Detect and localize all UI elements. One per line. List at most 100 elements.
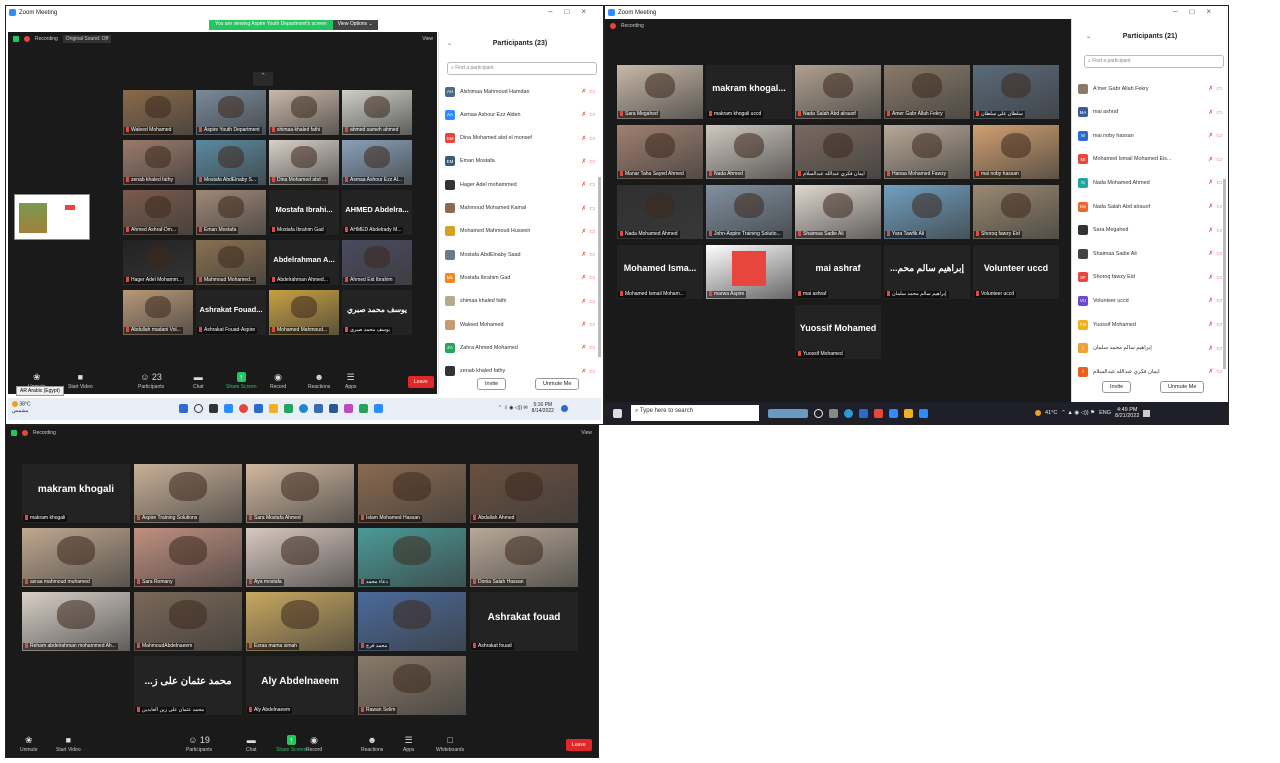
start-icon[interactable] — [179, 404, 188, 413]
video-off-icon[interactable]: ▭ — [589, 321, 595, 328]
video-tile[interactable]: Abdullah madani Vol... — [123, 290, 193, 335]
muted-mic-icon[interactable]: ✗ — [581, 228, 586, 235]
toolbar-start-video-button[interactable]: ■ Start Video — [68, 372, 93, 390]
participant-row[interactable]: YM Yuossif Mohamed ✗ ▭ — [1072, 313, 1228, 336]
video-tile[interactable]: Sara Mostafa Ahmed — [246, 464, 354, 523]
video-off-icon[interactable]: ▭ — [589, 158, 595, 165]
leave-button[interactable]: Leave — [408, 376, 434, 388]
participant-search-input[interactable]: ⌕ Find a participant — [1084, 55, 1224, 68]
toolbar-share-screen-button[interactable]: ↑ Share Screen — [276, 735, 307, 753]
toolbar-record-button[interactable]: ◉ Record — [270, 372, 286, 390]
window-controls[interactable]: –□× — [548, 7, 598, 16]
video-off-icon[interactable]: ▭ — [589, 274, 595, 281]
zoom-app-icon[interactable] — [224, 404, 233, 413]
participant-row[interactable]: Mahmoud Mohamed Kamal ✗ ▭ — [439, 197, 601, 220]
video-off-icon[interactable]: ▭ — [589, 251, 595, 258]
video-tile[interactable]: Islam Mohamed Hassan — [358, 464, 466, 523]
unmute-me-button[interactable]: Unmute Me — [1160, 381, 1205, 393]
edge-icon[interactable] — [844, 408, 853, 418]
leave-button[interactable]: Leave — [566, 739, 592, 751]
muted-mic-icon[interactable]: ✗ — [1208, 85, 1213, 92]
video-tile[interactable]: MahmoudAbdelnaeem — [134, 592, 242, 651]
video-tile[interactable]: Hanaa Mohamed Fawzy — [884, 125, 970, 179]
muted-mic-icon[interactable]: ✗ — [1208, 203, 1213, 210]
muted-mic-icon[interactable]: ✗ — [1208, 321, 1213, 328]
toolbar-participants-button[interactable]: ☺ 23 Participants — [138, 372, 164, 390]
video-tile[interactable]: Mahmoud Mohamed... — [196, 240, 266, 285]
video-tile[interactable]: Nada Salah Abd alrauof — [795, 65, 881, 119]
panel-scrollbar[interactable] — [598, 177, 601, 357]
participant-row[interactable]: Mohamed Mahmoud Hussein ✗ ▭ — [439, 220, 601, 243]
video-tile[interactable]: ايمان فكري عبدالله عبدالسلام — [795, 125, 881, 179]
video-tile[interactable]: Abdelrahman A... Abdelrahman Ahmed... — [269, 240, 339, 285]
language[interactable]: ENG — [1099, 410, 1111, 416]
toolbar-record-button[interactable]: ◉ Record — [306, 735, 322, 753]
files-icon[interactable] — [904, 408, 913, 418]
video-tile[interactable]: Nada Mohamed Ahmed — [617, 185, 703, 239]
video-tile[interactable]: Mostafa Ibrahi... Mostafa Ibrahim Gad — [269, 190, 339, 235]
participant-row[interactable]: Sara Megahed ✗ ▭ — [1072, 219, 1228, 242]
task-view-icon[interactable] — [829, 408, 838, 418]
participant-row[interactable]: VU Volunteer uccd ✗ ▭ — [1072, 289, 1228, 312]
video-off-icon[interactable]: ▭ — [589, 368, 595, 375]
muted-mic-icon[interactable]: ✗ — [581, 368, 586, 375]
video-off-icon[interactable]: ▭ — [1216, 297, 1222, 304]
toolbar-participants-button[interactable]: ☺ 19 Participants — [186, 735, 212, 753]
participant-row[interactable]: EM Eman Mostafa ✗ ▭ — [439, 150, 601, 173]
video-tile[interactable]: Sara Romany — [134, 528, 242, 587]
video-tile[interactable]: يوسف محمد صبري يوسف محمد صبري — [342, 290, 412, 335]
panel-scrollbar[interactable] — [1223, 179, 1226, 369]
video-tile[interactable]: محمد فرج — [358, 592, 466, 651]
video-tile[interactable]: Shaimaa Sadie Ali — [795, 185, 881, 239]
toolbar-reactions-button[interactable]: ☻ Reactions — [308, 372, 330, 390]
muted-mic-icon[interactable]: ✗ — [581, 344, 586, 351]
store-icon[interactable] — [859, 408, 868, 418]
edge-icon[interactable] — [299, 404, 308, 413]
search-icon[interactable] — [194, 404, 203, 413]
widget-icon[interactable] — [768, 408, 808, 418]
muted-mic-icon[interactable]: ✗ — [1208, 109, 1213, 116]
muted-mic-icon[interactable]: ✗ — [581, 135, 586, 142]
shared-screen-thumbnail[interactable] — [14, 194, 90, 240]
view-button[interactable]: View — [581, 430, 592, 436]
video-off-icon[interactable]: ▭ — [1216, 321, 1222, 328]
muted-mic-icon[interactable]: ✗ — [581, 274, 586, 281]
muted-mic-icon[interactable]: ✗ — [581, 88, 586, 95]
video-tile[interactable]: Sara Megahed — [617, 65, 703, 119]
weather-widget[interactable]: 38°C مشمس — [12, 401, 31, 415]
toolbar-start-video-button[interactable]: ■ Start Video — [56, 735, 81, 753]
video-off-icon[interactable]: ▭ — [589, 298, 595, 305]
participant-row[interactable]: ML Mostafa Ibrahim Gad ✗ ▭ — [439, 266, 601, 289]
office-icon[interactable] — [874, 408, 883, 418]
unmute-me-button[interactable]: Unmute Me — [535, 378, 580, 390]
video-off-icon[interactable]: ▭ — [1216, 203, 1222, 210]
tray-icons[interactable]: ⌃ ⇩ ◉ ◁)) ✉ — [498, 405, 528, 411]
video-tile[interactable]: Asmaa Ashour Ezz Al... — [342, 140, 412, 185]
participant-row[interactable]: NS Nada Salah Abd alrauof ✗ ▭ — [1072, 195, 1228, 218]
toolbar-unmute-button[interactable]: ❀ Unmute — [20, 735, 38, 753]
video-tile[interactable]: Aya mostafa — [246, 528, 354, 587]
video-tile[interactable]: ...محمد عثمان على ز محمد عثمان على زين ال… — [134, 656, 242, 715]
muted-mic-icon[interactable]: ✗ — [581, 111, 586, 118]
participant-row[interactable]: Shaimaa Sadie Ali ✗ ▭ — [1072, 242, 1228, 265]
video-tile[interactable]: Mostafa AbdElnaby S... — [196, 140, 266, 185]
muted-mic-icon[interactable]: ✗ — [581, 181, 586, 188]
toolbar-reactions-button[interactable]: ☻ Reactions — [361, 735, 383, 753]
participant-row[interactable]: Mmai noby hassan ✗ ▭ — [1072, 124, 1228, 147]
video-tile[interactable]: Ahmed Ashraf-Dm... — [123, 190, 193, 235]
video-tile[interactable]: ahmed sameh ahmed — [342, 90, 412, 135]
participant-row[interactable]: N Nada Mohamed Ahmed ✗ ▭ — [1072, 171, 1228, 194]
toolbar-apps-button[interactable]: ☰ Apps — [345, 372, 356, 390]
invite-button[interactable]: Invite — [1102, 381, 1132, 393]
video-off-icon[interactable]: ▭ — [1216, 156, 1222, 163]
muted-mic-icon[interactable]: ✗ — [581, 321, 586, 328]
app-icon[interactable] — [314, 404, 323, 413]
muted-mic-icon[interactable]: ✗ — [1208, 156, 1213, 163]
video-tile[interactable]: Ahmed Eid Ibrahim — [342, 240, 412, 285]
toolbar-whiteboards-button[interactable]: □ Whiteboards — [436, 735, 464, 753]
video-tile[interactable]: Rawan Selim — [358, 656, 466, 715]
toolbar-chat-button[interactable]: ▬ Chat — [193, 372, 204, 390]
video-tile[interactable]: Volunteer uccd Volunteer uccd — [973, 245, 1059, 299]
muted-mic-icon[interactable]: ✗ — [1208, 297, 1213, 304]
video-tile[interactable]: Mohamed Isma... Mohamed Ismail Moham... — [617, 245, 703, 299]
